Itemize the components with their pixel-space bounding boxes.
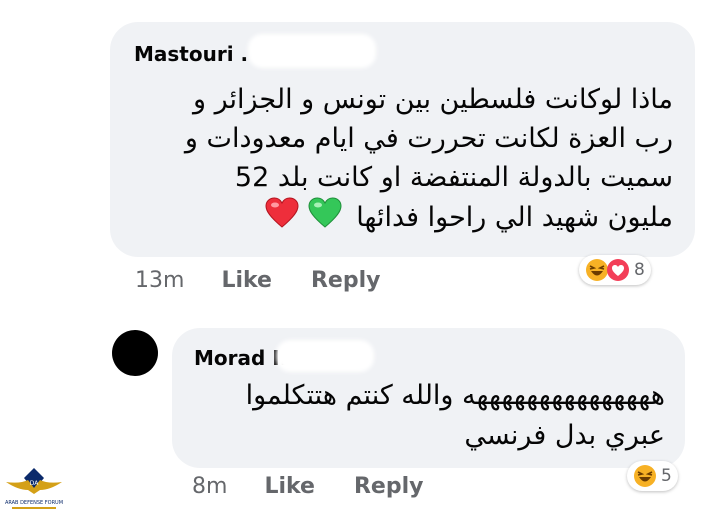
comment-timestamp[interactable]: 8m xyxy=(192,474,227,499)
reaction-summary[interactable]: 5 xyxy=(627,461,678,491)
comment-line: هههههههههههههههه والله كنتم هتتكلموا xyxy=(245,380,665,411)
comment-line: سميت بالدولة المنتفضة او كانت بلد 52 xyxy=(234,162,673,193)
comment-line: عبري بدل فرنسي xyxy=(464,420,665,451)
comment-timestamp[interactable]: 13m xyxy=(135,268,184,293)
reaction-count: 8 xyxy=(634,260,645,280)
comment-text: هههههههههههههههه والله كنتم هتتكلموا عبر… xyxy=(246,376,665,456)
love-icon xyxy=(606,258,630,282)
avatar[interactable] xyxy=(112,330,158,376)
comment-author[interactable]: Mastouri . xyxy=(134,42,248,66)
comment-line-text: مليون شهيد الي راحوا فدائها xyxy=(356,202,673,233)
svg-text:DA: DA xyxy=(30,480,40,487)
comment-actions: 13m Like Reply xyxy=(135,268,380,293)
like-button[interactable]: Like xyxy=(221,268,272,293)
laugh-icon xyxy=(633,464,657,488)
reaction-summary[interactable]: 8 xyxy=(579,255,651,285)
comment-text: ماذا لوكانت فلسطين بين تونس و الجزائر و … xyxy=(185,80,673,240)
red-heart-icon xyxy=(265,197,299,240)
reply-button[interactable]: Reply xyxy=(354,474,424,499)
comment-actions: 8m Like Reply xyxy=(192,474,423,499)
green-heart-icon xyxy=(308,197,342,240)
comment-author[interactable]: Morad I. xyxy=(194,346,287,370)
redacted-name xyxy=(248,34,376,68)
watermark-text: ARAB DEFENSE FORUM xyxy=(5,500,63,506)
watermark-logo: DA ARAB DEFENSE FORUM xyxy=(4,464,64,514)
comment-bubble: Morad I. هههههههههههههههه والله كنتم هتت… xyxy=(172,328,685,468)
comment-bubble: Mastouri . ماذا لوكانت فلسطين بين تونس و… xyxy=(110,22,695,257)
comment-line: مليون شهيد الي راحوا فدائها xyxy=(185,197,673,240)
comment-line: ماذا لوكانت فلسطين بين تونس و الجزائر و xyxy=(192,84,673,115)
comment-line: رب العزة لكانت تحررت في ايام معدودات و xyxy=(184,123,673,154)
redacted-name xyxy=(276,340,374,372)
reaction-count: 5 xyxy=(661,466,672,486)
reply-button[interactable]: Reply xyxy=(311,268,381,293)
like-button[interactable]: Like xyxy=(264,474,315,499)
